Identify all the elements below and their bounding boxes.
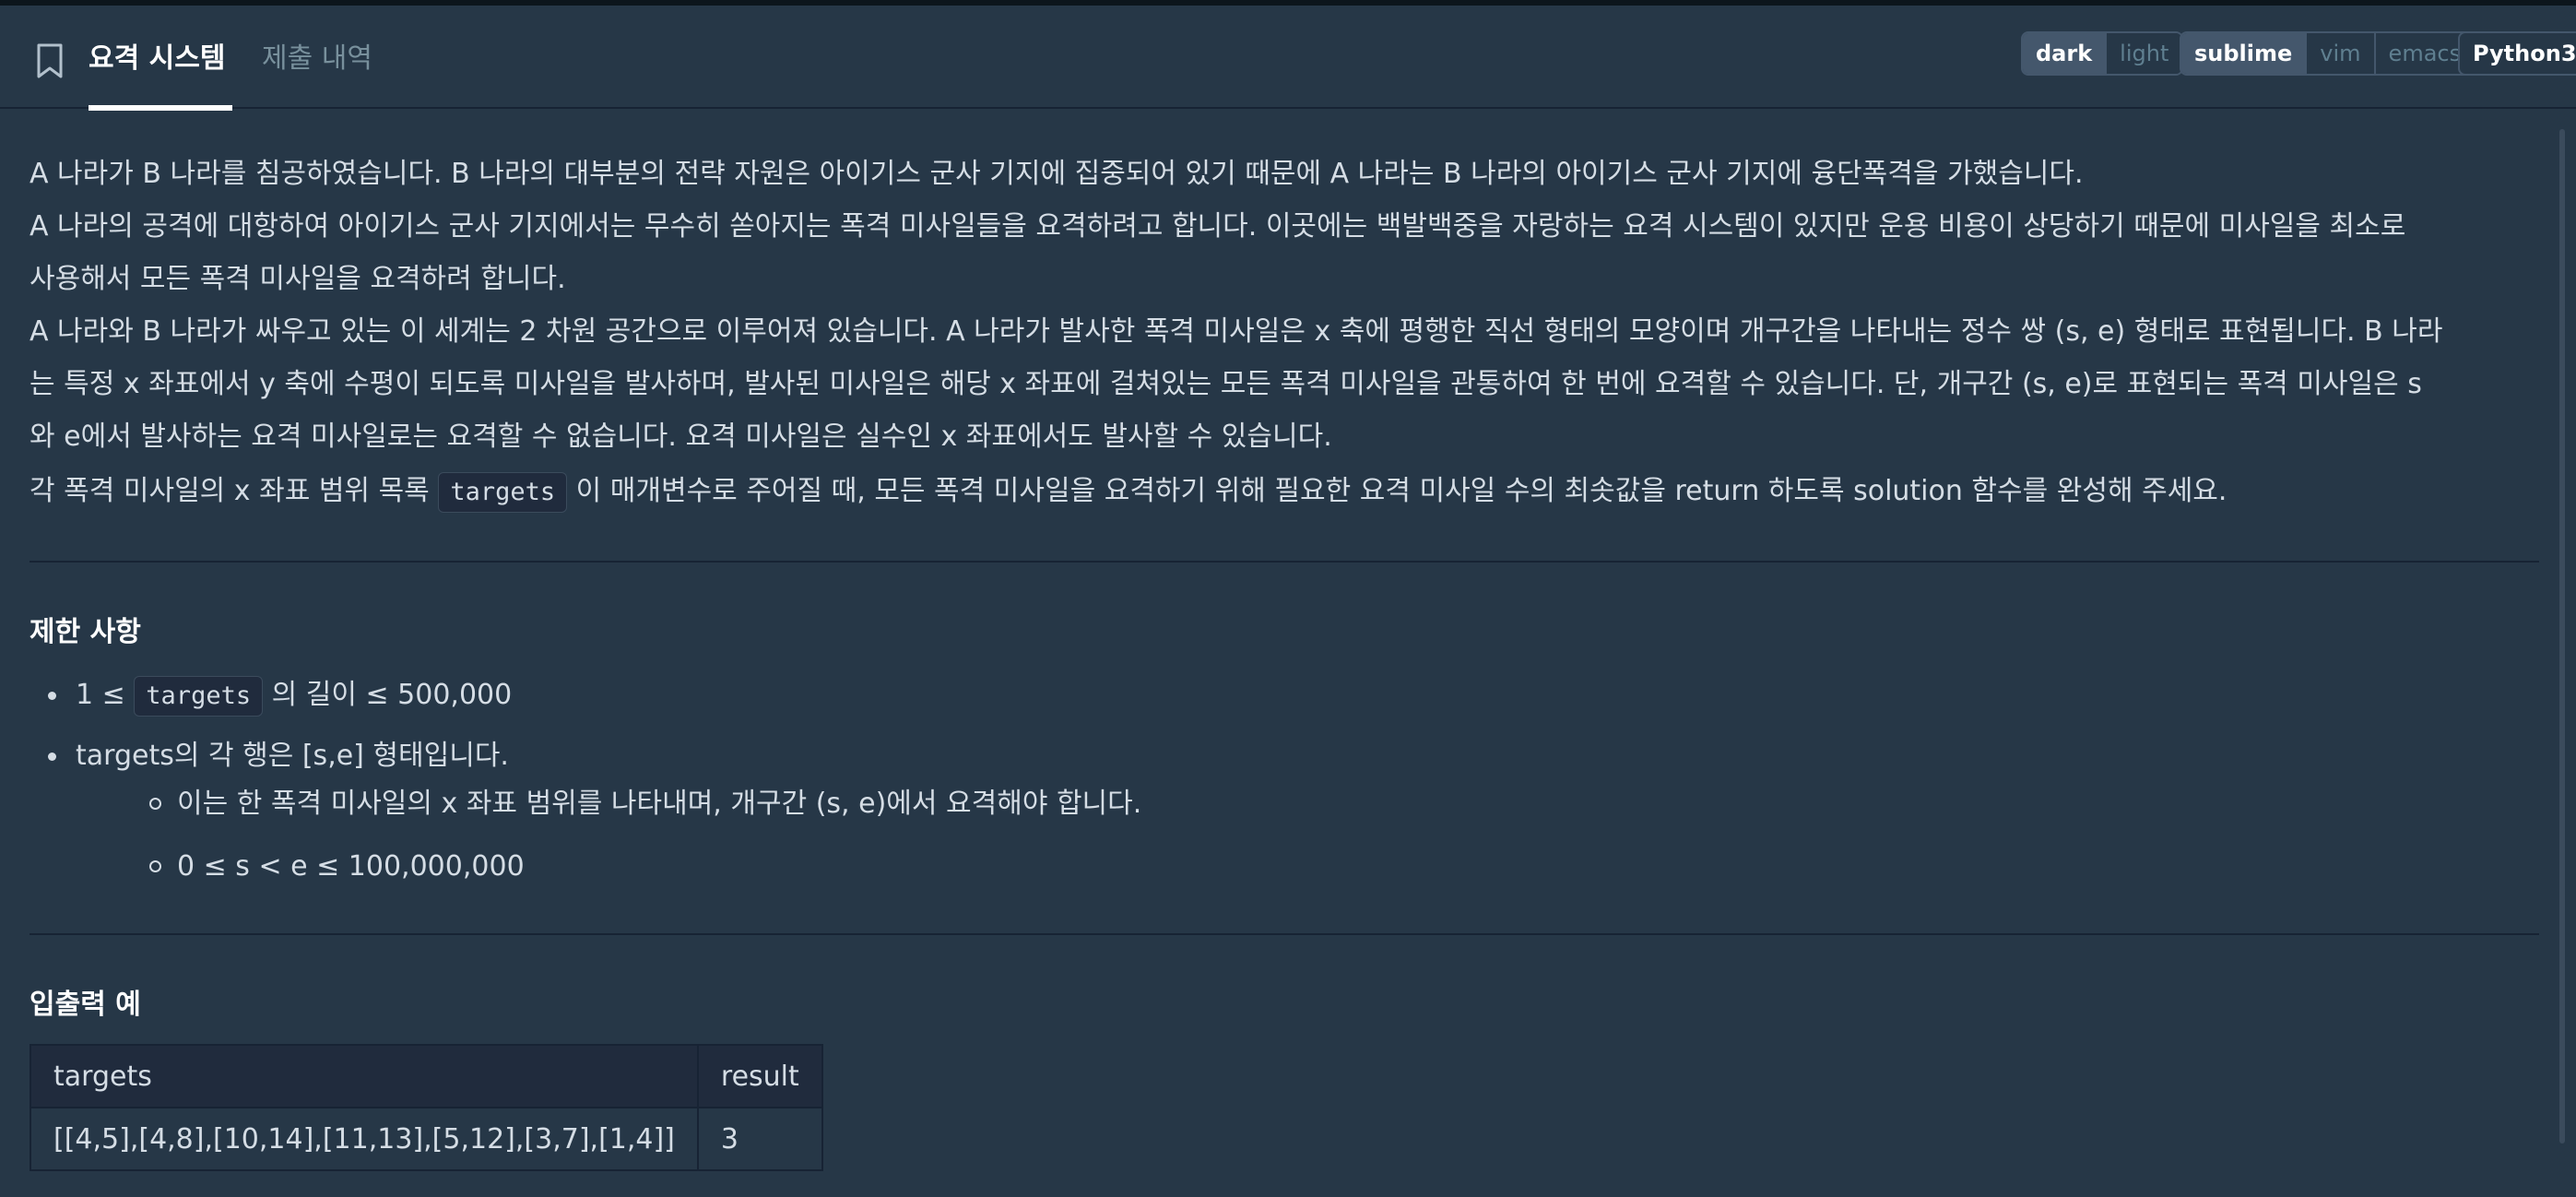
- bookmark-icon[interactable]: [35, 42, 65, 79]
- section-divider: [30, 933, 2539, 935]
- keymap-vim-button[interactable]: vim: [2307, 33, 2376, 74]
- problem-description: A 나라가 B 나라를 침공하였습니다. B 나라의 대부분의 전략 자원은 아…: [0, 111, 2545, 1197]
- tab-submissions[interactable]: 제출 내역: [262, 39, 372, 79]
- problem-header: 요격 시스템 제출 내역 dark light sublime vim emac…: [0, 0, 2576, 111]
- table-cell: 3: [696, 1107, 823, 1171]
- section-divider: [30, 561, 2539, 563]
- theme-dark-button[interactable]: dark: [2023, 33, 2108, 74]
- language-select[interactable]: Python3: [2458, 31, 2576, 76]
- table-header: result: [696, 1044, 823, 1108]
- description-paragraph-4: 각 폭격 미사일의 x 좌표 범위 목록 targets 이 매개변수로 주어질…: [30, 465, 2537, 517]
- constraint-item: targets의 각 행은 [s,e] 형태입니다.: [48, 734, 509, 778]
- scrollbar-thumb[interactable]: [2559, 129, 2565, 1144]
- constraints-heading: 제한 사항: [30, 616, 141, 648]
- keymap-sublime-button[interactable]: sublime: [2181, 33, 2308, 74]
- constraint-subitem: 0 ≤ s < e ≤ 100,000,000: [149, 845, 525, 889]
- theme-toggle: dark light: [2021, 31, 2184, 76]
- description-paragraph-3a: A 나라와 B 나라가 싸우고 있는 이 세계는 2 차원 공간으로 이루어져 …: [30, 315, 2443, 348]
- keymap-toggle: sublime vim emacs: [2180, 31, 2476, 76]
- p4-text-after: 이 매개변수로 주어질 때, 모든 폭격 미사일을 요격하기 위해 필요한 요격…: [567, 475, 2227, 507]
- table-header: targets: [30, 1044, 699, 1108]
- inline-code-targets: targets: [438, 472, 568, 513]
- description-paragraph-2a: A 나라의 공격에 대항하여 아이기스 군사 기지에서는 무수히 쏟아지는 폭격…: [30, 210, 2406, 243]
- description-paragraph-1: A 나라가 B 나라를 침공하였습니다. B 나라의 대부분의 전략 자원은 아…: [30, 158, 2084, 190]
- p4-text-before: 각 폭격 미사일의 x 좌표 범위 목록: [30, 475, 439, 507]
- constraint-1-after: 의 길이 ≤ 500,000: [263, 679, 513, 711]
- theme-light-button[interactable]: light: [2107, 33, 2182, 74]
- examples-heading: 입출력 예: [30, 989, 141, 1021]
- language-select-label: Python3: [2473, 41, 2576, 66]
- examples-table: targets result [[4,5],[4,8],[10,14],[11,…: [30, 1044, 823, 1171]
- table-cell: [[4,5],[4,8],[10,14],[11,13],[5,12],[3,7…: [30, 1107, 699, 1171]
- table-header-row: targets result: [30, 1044, 823, 1108]
- table-row: [[4,5],[4,8],[10,14],[11,13],[5,12],[3,7…: [30, 1107, 823, 1171]
- tab-problem[interactable]: 요격 시스템: [89, 39, 225, 79]
- description-paragraph-2b: 사용해서 모든 폭격 미사일을 요격하려 합니다.: [30, 263, 566, 295]
- constraint-subitem: 이는 한 폭격 미사일의 x 좌표 범위를 나타내며, 개구간 (s, e)에서…: [148, 782, 1141, 826]
- inline-code-targets: targets: [134, 676, 264, 717]
- constraint-item: 1 ≤ targets 의 길이 ≤ 500,000: [47, 673, 513, 717]
- description-paragraph-3b: 는 특정 x 좌표에서 y 축에 수평이 되도록 미사일을 발사하며, 발사된 …: [30, 368, 2422, 400]
- description-paragraph-3c: 와 e에서 발사하는 요격 미사일로는 요격할 수 없습니다. 요격 미사일은 …: [30, 421, 1332, 453]
- constraint-1-before: 1 ≤: [76, 679, 135, 711]
